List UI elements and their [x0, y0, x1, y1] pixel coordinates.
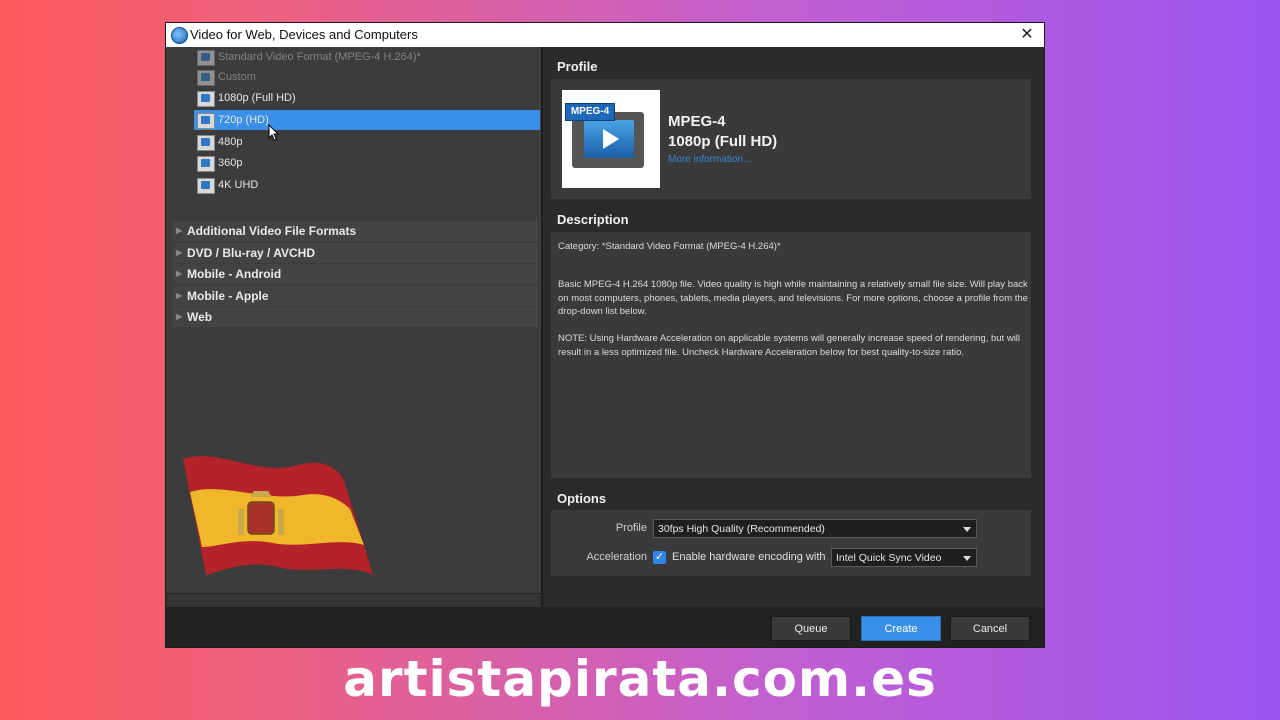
profile-option-label: Profile	[615, 522, 647, 534]
category-label: DVD / Blu-ray / AVCHD	[187, 245, 316, 260]
spain-flag-image	[183, 456, 373, 575]
details-panel: Profile MPEG-4 MPEG-4 1080p (Full HD) Mo…	[543, 47, 1044, 607]
category-label: Web	[187, 310, 213, 324]
category-item[interactable]: ▶ Mobile - Apple	[172, 285, 538, 306]
description-box: Category: *Standard Video Format (MPEG-4…	[551, 232, 1031, 478]
dialog-button-bar: Queue Create Cancel	[166, 607, 1044, 647]
mouse-cursor-icon	[268, 124, 280, 142]
title-bar: Video for Web, Devices and Computers ✕	[166, 23, 1044, 48]
profile-card: MPEG-4 MPEG-4 1080p (Full HD) More infor…	[551, 79, 1031, 199]
watermark-text: artistapirata.com.es	[343, 650, 937, 708]
cancel-button[interactable]: Cancel	[950, 616, 1030, 641]
description-note: NOTE: Using Hardware Acceleration on app…	[558, 333, 1021, 358]
video-preset-icon	[197, 70, 215, 86]
expand-arrow-icon: ▶	[176, 290, 183, 300]
create-button[interactable]: Create	[861, 616, 941, 641]
chevron-down-icon	[963, 527, 971, 532]
preset-item[interactable]: 1080p (Full HD)	[166, 88, 541, 108]
window-title: Video for Web, Devices and Computers	[190, 27, 418, 42]
profile-resolution: 1080p (Full HD)	[668, 133, 778, 150]
video-preset-icon	[197, 113, 215, 129]
category-item[interactable]: ▶ Mobile - Android	[172, 264, 538, 284]
preset-label: 1080p (Full HD)	[218, 92, 296, 104]
expand-arrow-icon: ▶	[176, 247, 183, 257]
category-item[interactable]: ▶ Additional Video File Formats	[172, 221, 538, 241]
profile-name: MPEG-4	[668, 113, 726, 130]
preset-label: Custom	[218, 71, 256, 83]
description-body: Basic MPEG-4 H.264 1080p file. Video qua…	[558, 279, 1028, 317]
preset-label: 4K UHD	[218, 179, 259, 191]
category-item[interactable]: ▶ Web	[172, 307, 538, 327]
expand-arrow-icon: ▶	[176, 312, 183, 321]
queue-button[interactable]: Queue	[771, 616, 851, 641]
description-heading: Description	[557, 212, 629, 227]
expand-arrow-icon: ▶	[176, 226, 183, 235]
preset-item[interactable]: Custom	[166, 67, 541, 87]
video-preset-icon	[197, 135, 215, 151]
chevron-down-icon	[963, 556, 971, 561]
preset-item[interactable]: 4K UHD	[166, 175, 541, 195]
preset-toolbar: +add 🗑remove ✎edit	[166, 593, 541, 607]
preset-item[interactable]: Standard Video Format (MPEG-4 H.264)*	[166, 47, 541, 67]
options-heading: Options	[557, 491, 607, 506]
description-category: Category: *Standard Video Format (MPEG-4…	[558, 241, 781, 252]
close-icon[interactable]: ✕	[1016, 23, 1038, 47]
export-dialog: Video for Web, Devices and Computers ✕ S…	[166, 23, 1044, 647]
more-information-link[interactable]: More information...	[668, 154, 751, 165]
preset-item[interactable]: 480p	[166, 132, 541, 152]
category-label: Mobile - Apple	[187, 288, 269, 303]
video-preset-icon	[197, 178, 215, 194]
preset-label: Standard Video Format (MPEG-4 H.264)*	[218, 51, 421, 63]
preset-label: 720p (HD)	[218, 114, 269, 126]
format-badge: MPEG-4	[565, 103, 615, 121]
preset-item[interactable]: 360p	[166, 153, 541, 173]
video-preset-icon	[197, 91, 215, 107]
profile-select[interactable]: 30fps High Quality (Recommended)	[653, 519, 977, 538]
video-preset-icon	[197, 156, 215, 172]
hardware-encoding-checkbox[interactable]: ✓	[653, 551, 666, 564]
acceleration-select[interactable]: Intel Quick Sync Video	[831, 548, 977, 567]
preset-item[interactable]: 720p (HD)	[166, 110, 541, 130]
hardware-encoding-label: Enable hardware encoding with	[672, 551, 826, 563]
format-tree-panel: Standard Video Format (MPEG-4 H.264)* Cus…	[166, 47, 543, 607]
video-preset-icon	[197, 50, 215, 66]
profile-heading: Profile	[557, 59, 598, 74]
category-item[interactable]: ▶ DVD / Blu-ray / AVCHD	[172, 242, 538, 263]
expand-arrow-icon: ▶	[176, 269, 183, 278]
app-icon	[171, 27, 188, 44]
preset-label: 360p	[218, 157, 243, 169]
options-box: Profile 30fps High Quality (Recommended)…	[551, 510, 1031, 576]
acceleration-label: Acceleration	[586, 551, 647, 563]
mpeg4-thumbnail: MPEG-4	[562, 90, 660, 188]
preset-label: 480p	[218, 136, 243, 148]
category-label: Additional Video File Formats	[187, 224, 357, 238]
play-icon	[603, 129, 619, 149]
category-label: Mobile - Android	[187, 267, 282, 281]
